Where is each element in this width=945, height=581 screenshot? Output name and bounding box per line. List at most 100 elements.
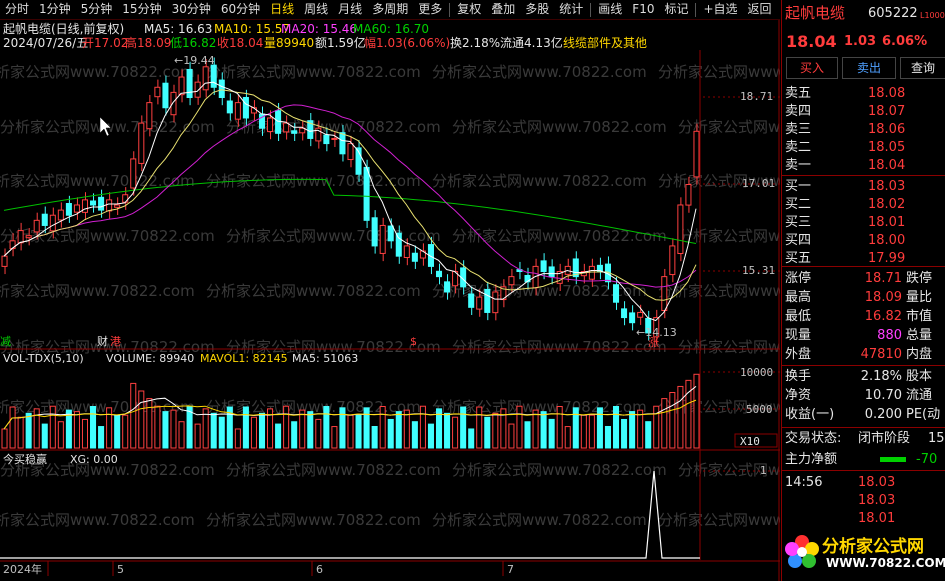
volume-bar bbox=[556, 406, 563, 449]
bids-row[interactable]: 买三 18.01 bbox=[782, 213, 945, 232]
site-logo: 分析家公式网 WWW.70822.COM bbox=[782, 528, 945, 581]
bar-float: 流通4.13亿 bbox=[500, 35, 563, 50]
candle-body bbox=[283, 122, 290, 133]
stats2-label2: 流通 bbox=[906, 388, 933, 403]
stats-label: 外盘 bbox=[785, 347, 812, 362]
volume-bar bbox=[395, 411, 402, 449]
asks-price: 18.06 bbox=[868, 122, 906, 137]
logo-url: WWW.70822.COM bbox=[826, 556, 945, 570]
toolbar-btn-3[interactable]: 15分钟 bbox=[117, 0, 166, 19]
bids-price: 18.01 bbox=[868, 215, 906, 230]
stats-row: 最高 18.09 量比 bbox=[782, 288, 945, 307]
volume-bar bbox=[17, 416, 24, 449]
asks-row[interactable]: 卖二 18.05 bbox=[782, 138, 945, 157]
vol-value: VOLUME: 89940 bbox=[106, 352, 194, 365]
toolbar-btn-19[interactable]: 返回 bbox=[743, 0, 777, 19]
volume-bar bbox=[81, 418, 89, 449]
toolbar-btn-8[interactable]: 月线 bbox=[333, 0, 367, 19]
stats2-value: 10.70 bbox=[864, 388, 902, 403]
price-tick-2: 17.01 bbox=[742, 177, 775, 190]
buy-button[interactable]: 买入 bbox=[786, 57, 838, 79]
candle-body bbox=[234, 102, 241, 120]
asks-label: 卖四 bbox=[785, 104, 812, 119]
candle-body bbox=[41, 213, 48, 226]
candle-body bbox=[154, 86, 161, 98]
candle-body bbox=[202, 66, 209, 91]
candle-body bbox=[387, 225, 394, 242]
volume-bar bbox=[379, 405, 386, 449]
candle-body bbox=[162, 82, 169, 109]
candle-body bbox=[275, 110, 282, 134]
bids-row[interactable]: 买一 18.03 bbox=[782, 177, 945, 196]
stats-label2: 市值 bbox=[906, 309, 933, 324]
bids-row[interactable]: 买二 18.02 bbox=[782, 195, 945, 214]
stats-row: 外盘 47810 内盘 bbox=[782, 345, 945, 364]
volume-bar bbox=[9, 406, 16, 449]
volume-bar bbox=[130, 382, 137, 449]
watermark-text: 分析家公式网www.70822.com bbox=[452, 118, 667, 136]
volume-bar bbox=[669, 392, 676, 449]
query-button[interactable]: 查询 bbox=[900, 57, 945, 79]
toolbar-btn-14[interactable]: 统计 bbox=[554, 0, 588, 19]
asks-row[interactable]: 卖三 18.06 bbox=[782, 120, 945, 139]
volume-bar bbox=[387, 418, 394, 449]
watermark-text: 分析家公式网www.70822.com bbox=[432, 63, 647, 81]
bids-price: 18.02 bbox=[868, 197, 906, 212]
toolbar-btn-16[interactable]: F10 bbox=[627, 0, 659, 19]
watermark-text: 分析家公式网www.70822.com bbox=[678, 118, 780, 136]
candle-body bbox=[395, 232, 402, 257]
volume-bar bbox=[540, 411, 547, 449]
volume-bar bbox=[331, 426, 338, 449]
asks-label: 卖三 bbox=[785, 122, 812, 137]
bar-sector: 线缆部件及其他 bbox=[563, 35, 647, 50]
toolbar-btn-11[interactable]: 复权 bbox=[452, 0, 486, 19]
bids-row[interactable]: 买四 18.00 bbox=[782, 231, 945, 250]
toolbar-btn-2[interactable]: 5分钟 bbox=[76, 0, 118, 19]
toolbar-btn-12[interactable]: 叠加 bbox=[486, 0, 520, 19]
toolbar-btn-1[interactable]: 1分钟 bbox=[34, 0, 76, 19]
watermark-text: 分析家公式网www.70822.com bbox=[452, 227, 667, 245]
trade-status-label: 交易状态: bbox=[785, 431, 842, 446]
toolbar-btn-6[interactable]: 日线 bbox=[265, 0, 299, 19]
toolbar-btn-9[interactable]: 多周期 bbox=[367, 0, 413, 19]
candlestick-series bbox=[1, 57, 700, 345]
volume-bar bbox=[492, 412, 499, 449]
toolbar-btn-17[interactable]: 标记 bbox=[659, 0, 693, 19]
toolbar-btn-0[interactable]: 分时 bbox=[0, 0, 34, 19]
candle-body bbox=[57, 209, 64, 221]
volume-bar bbox=[218, 416, 225, 449]
volume-bar bbox=[484, 416, 491, 449]
asks-row[interactable]: 卖五 18.08 bbox=[782, 84, 945, 103]
volume-bar bbox=[661, 398, 668, 449]
candle-body bbox=[444, 281, 451, 293]
volume-bar bbox=[476, 406, 483, 449]
toolbar-btn-4[interactable]: 30分钟 bbox=[167, 0, 216, 19]
watermark-text: 分析家公式网www.70822.com bbox=[0, 227, 215, 245]
toolbar-btn-10[interactable]: 更多 bbox=[413, 0, 447, 19]
toolbar-btn-7[interactable]: 周线 bbox=[299, 0, 333, 19]
toolbar-btn-18[interactable]: +自选 bbox=[698, 0, 742, 19]
candle-body bbox=[49, 214, 56, 232]
sell-button[interactable]: 卖出 bbox=[842, 57, 896, 79]
toolbar-btn-5[interactable]: 60分钟 bbox=[216, 0, 265, 19]
watermark-text: 分析家公式网www.70822.com bbox=[226, 461, 441, 479]
toolbar-btn-13[interactable]: 多股 bbox=[520, 0, 554, 19]
volume-bar bbox=[604, 425, 611, 449]
candle-body bbox=[685, 184, 692, 206]
volume-bar bbox=[444, 412, 451, 449]
volume-bar bbox=[90, 406, 97, 449]
asks-row[interactable]: 卖一 18.04 bbox=[782, 156, 945, 175]
asks-label: 卖五 bbox=[785, 86, 812, 101]
stats-label: 涨停 bbox=[785, 271, 812, 286]
candle-body bbox=[363, 166, 370, 221]
volume-bar bbox=[194, 423, 201, 449]
volume-bar bbox=[242, 406, 249, 449]
toolbar-btn-15[interactable]: 画线 bbox=[593, 0, 627, 19]
volume-bar bbox=[258, 412, 266, 449]
volume-bar bbox=[524, 421, 531, 449]
asks-row[interactable]: 卖四 18.07 bbox=[782, 102, 945, 121]
stats-value: 18.09 bbox=[864, 290, 902, 305]
chart-area[interactable]: 分析家公式网www.70822.com 分析家公式网www.70822.com 分析… bbox=[0, 20, 780, 581]
candle-body bbox=[508, 276, 515, 286]
candle-body bbox=[98, 196, 105, 211]
